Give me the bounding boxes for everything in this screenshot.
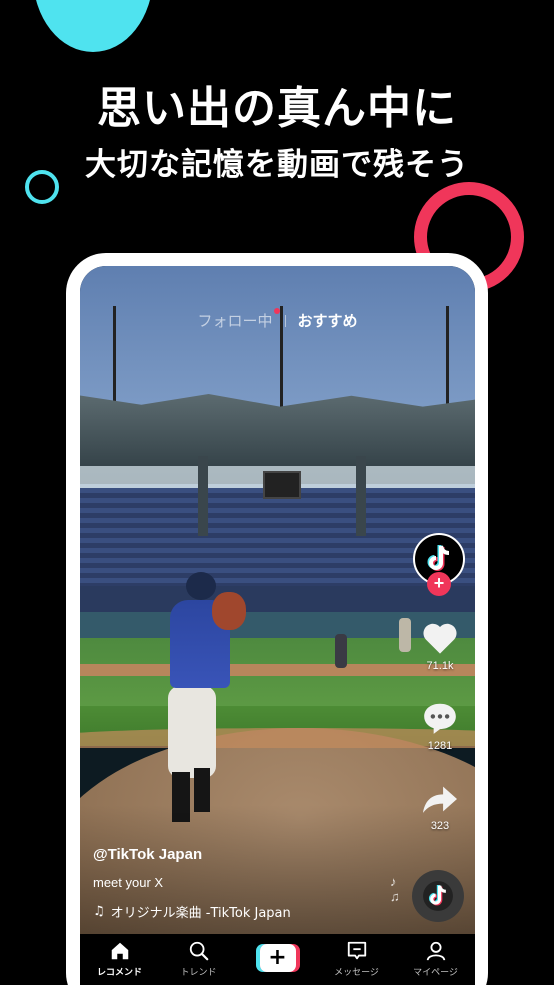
- catcher: [335, 634, 347, 668]
- pitcher: [162, 572, 246, 842]
- share-icon: [423, 786, 457, 813]
- music-disc-button[interactable]: [412, 870, 464, 922]
- comment-count: 1281: [427, 740, 453, 752]
- tiktok-logo-icon: [428, 884, 446, 906]
- outfield-wall: [80, 612, 475, 638]
- sound-title: オリジナル楽曲 -TikTok Japan: [110, 906, 291, 921]
- music-note-icon: ♫: [93, 904, 105, 919]
- message-icon: [347, 941, 366, 960]
- bottom-nav: レコメンド トレンド + メッセージ マイページ: [80, 934, 475, 985]
- profile-icon: [426, 941, 445, 961]
- comment-button[interactable]: 1281: [420, 700, 460, 752]
- home-icon: [111, 942, 128, 960]
- create-button[interactable]: +: [255, 944, 300, 972]
- nav-profile[interactable]: マイページ: [401, 940, 471, 978]
- mound-edge: [80, 728, 475, 748]
- stadium-rail: [80, 586, 475, 614]
- like-count: 71.1k: [426, 660, 454, 672]
- phone-screen: フォロー中 おすすめ @TikTok Japan meet your X ♫ オ…: [80, 266, 475, 985]
- tab-divider: [284, 314, 286, 327]
- stadium-stands: [80, 488, 475, 598]
- video-caption: @TikTok Japan meet your X ♫ オリジナル楽曲 -Tik…: [93, 846, 393, 921]
- video-description: meet your X: [93, 875, 164, 890]
- sound-link[interactable]: ♫ オリジナル楽曲 -TikTok Japan: [93, 902, 393, 921]
- tiktok-logo-icon: [427, 545, 450, 571]
- nav-home-label: レコメンド: [96, 968, 142, 978]
- follow-plus-button[interactable]: +: [427, 572, 451, 596]
- nav-inbox-label: メッセージ: [334, 968, 379, 978]
- nav-discover[interactable]: トレンド: [164, 940, 234, 978]
- nav-home[interactable]: レコメンド: [85, 940, 155, 978]
- plus-icon: +: [433, 573, 445, 593]
- share-count: 323: [430, 820, 450, 832]
- nav-profile-label: マイページ: [413, 968, 458, 978]
- nav-inbox[interactable]: メッセージ: [322, 940, 392, 978]
- tab-following-label: フォロー中: [197, 312, 273, 330]
- scoreboard: [263, 471, 301, 499]
- like-button[interactable]: 71.1k: [420, 618, 460, 672]
- stadium-pillar: [356, 456, 366, 536]
- share-button[interactable]: 323: [420, 782, 460, 832]
- umpire: [399, 618, 411, 652]
- nav-create[interactable]: +: [243, 940, 313, 972]
- heart-icon: [423, 623, 457, 654]
- infield-dirt: [80, 664, 475, 676]
- notification-dot: [273, 308, 280, 314]
- promo-headline: 思い出の真ん中に: [97, 83, 457, 134]
- tab-following[interactable]: フォロー中: [197, 308, 280, 331]
- music-note-icon: ♪ ♫: [390, 874, 400, 904]
- search-icon: [189, 941, 208, 961]
- plus-icon: +: [259, 944, 296, 972]
- stadium-pillar: [198, 456, 208, 536]
- decorative-cyan-circle: [33, 0, 153, 52]
- feed-tabs: フォロー中 おすすめ: [80, 308, 475, 331]
- author-name[interactable]: @TikTok Japan: [93, 846, 393, 863]
- comment-icon: [424, 703, 456, 734]
- nav-discover-label: トレンド: [180, 968, 217, 978]
- tab-for-you[interactable]: おすすめ: [298, 310, 358, 331]
- promo-subheadline: 大切な記憶を動画で残そう: [85, 147, 469, 183]
